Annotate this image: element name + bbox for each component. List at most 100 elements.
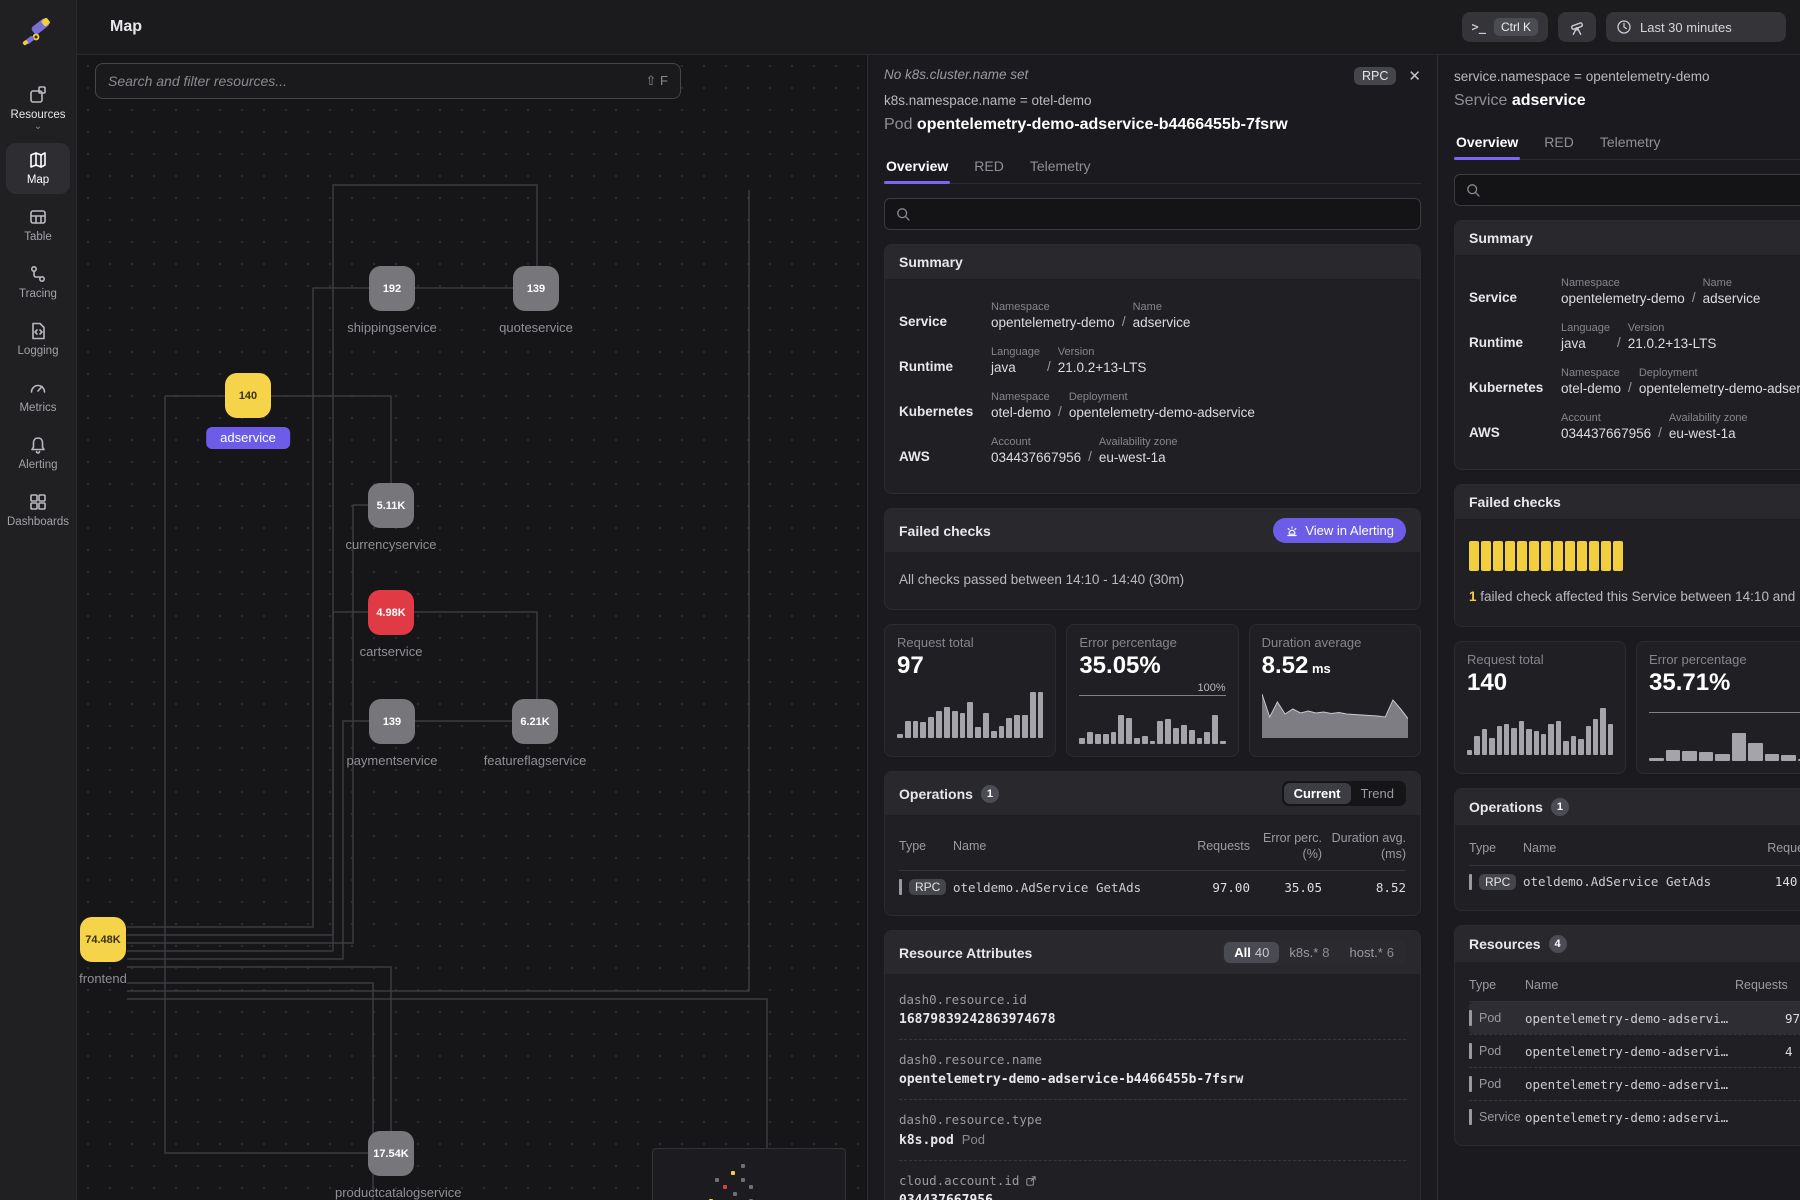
command-shortcut: Ctrl K bbox=[1494, 18, 1538, 36]
service-search-input[interactable] bbox=[1489, 183, 1800, 198]
minimap[interactable] bbox=[652, 1148, 846, 1200]
pod-tab-telemetry[interactable]: Telemetry bbox=[1028, 152, 1093, 183]
resource-row[interactable]: Serviceopentelemetry-demo:adservice bbox=[1469, 1100, 1800, 1133]
search-icon bbox=[895, 206, 911, 222]
attribute-key: cloud.account.id bbox=[899, 1173, 1406, 1188]
summary-row-aws: AWSAccount034437667956/Availability zone… bbox=[899, 436, 1406, 465]
map-node-shippingservice[interactable]: 192 bbox=[369, 266, 415, 311]
map-node-cartservice[interactable]: 4.98K bbox=[368, 590, 414, 635]
attribute-row: cloud.account.id034437667956 bbox=[899, 1160, 1406, 1200]
alarm-icon bbox=[1285, 524, 1299, 538]
pod-search-input[interactable] bbox=[919, 207, 1410, 222]
service-tab-telemetry[interactable]: Telemetry bbox=[1598, 128, 1663, 159]
field-value: adservice bbox=[1133, 315, 1191, 330]
sidebar-item-logging[interactable]: Logging bbox=[6, 314, 70, 365]
sidebar-item-dashboards[interactable]: Dashboards bbox=[6, 485, 70, 536]
map-node-label-paymentservice: paymentservice bbox=[346, 753, 437, 769]
sidebar-item-tracing[interactable]: Tracing bbox=[6, 257, 70, 308]
summary-row-aws: AWSAccount034437667956/Availability zone… bbox=[1469, 412, 1800, 441]
metric-card-duration-average: Duration average8.52 ms bbox=[1249, 624, 1421, 757]
sidebar-item-map[interactable]: Map bbox=[6, 143, 70, 194]
bar bbox=[967, 702, 973, 738]
summary-row-service: ServiceNamespaceopentelemetry-demo/Namea… bbox=[899, 301, 1406, 330]
resource-row[interactable]: Podopentelemetry-demo-adservice-b…4 bbox=[1469, 1034, 1800, 1067]
map-node-frontend[interactable]: 74.48K bbox=[80, 917, 126, 962]
map-search-input[interactable] bbox=[108, 73, 638, 89]
close-icon[interactable]: ✕ bbox=[1408, 67, 1421, 85]
summary-field: Namespaceopentelemetry-demo bbox=[1561, 277, 1685, 306]
map-node-quoteservice[interactable]: 139 bbox=[513, 266, 559, 311]
telescope-icon bbox=[1568, 18, 1586, 36]
field-value: eu-west-1a bbox=[1669, 426, 1748, 441]
sidebar-nav: Resources⌄ Map Table Tracing Logging Metrics A… bbox=[6, 78, 70, 542]
node-value: 74.48K bbox=[85, 934, 120, 946]
summary-row-label: Runtime bbox=[899, 359, 991, 375]
pod-detail-panel: No k8s.cluster.name set RPC ✕ k8s.namesp… bbox=[867, 55, 1437, 1200]
telescope-button[interactable] bbox=[1558, 12, 1596, 42]
operation-duration_avg: 8.52 bbox=[1322, 880, 1406, 895]
field-name: Namespace bbox=[991, 301, 1115, 313]
app-logo[interactable] bbox=[19, 14, 57, 52]
map-node-label-adservice[interactable]: adservice bbox=[206, 427, 290, 449]
toggle-trend[interactable]: Trend bbox=[1351, 783, 1404, 804]
view-in-alerting-button[interactable]: View in Alerting bbox=[1273, 518, 1406, 543]
duration-line-chart bbox=[1262, 688, 1408, 738]
sidebar-item-metrics[interactable]: Metrics bbox=[6, 371, 70, 422]
service-search[interactable] bbox=[1454, 174, 1800, 206]
map-node-featureflagservice[interactable]: 6.21K bbox=[512, 699, 558, 744]
time-range-button[interactable]: Last 30 minutes bbox=[1606, 12, 1786, 42]
sidebar-item-alerting[interactable]: Alerting bbox=[6, 428, 70, 479]
field-name: Name bbox=[1703, 277, 1761, 289]
field-separator: / bbox=[1047, 359, 1051, 375]
map-node-paymentservice[interactable]: 139 bbox=[369, 699, 415, 744]
field-name: Account bbox=[1561, 412, 1651, 424]
operations-columns: Type Name Requests bbox=[1469, 831, 1800, 866]
pod-tab-red[interactable]: RED bbox=[972, 152, 1006, 183]
node-value: 192 bbox=[383, 283, 401, 295]
sidebar-item-resources[interactable]: Resources⌄ bbox=[6, 78, 70, 137]
attr-filter-host[interactable]: host.*6 bbox=[1340, 942, 1404, 963]
map-node-currencyservice[interactable]: 5.11K bbox=[368, 483, 414, 528]
bar bbox=[1467, 750, 1472, 755]
map-search-bar[interactable]: ⇧ F bbox=[95, 63, 681, 99]
map-node-adservice[interactable]: 140 bbox=[225, 373, 271, 418]
pod-tab-overview[interactable]: Overview bbox=[884, 152, 950, 183]
service-tab-red[interactable]: RED bbox=[1542, 128, 1576, 159]
page-title: Map bbox=[110, 18, 142, 36]
type-indicator bbox=[1469, 1010, 1472, 1026]
attr-filter-k8s[interactable]: k8s.*8 bbox=[1279, 942, 1339, 963]
map-edges bbox=[77, 55, 867, 1200]
operation-requests: 140.00 bbox=[1756, 874, 1800, 889]
field-name: Availability zone bbox=[1099, 436, 1178, 448]
summary-field: Account034437667956 bbox=[1561, 412, 1651, 441]
type-indicator bbox=[1469, 1043, 1472, 1059]
pod-search[interactable] bbox=[884, 198, 1421, 230]
resource-type: Pod bbox=[1469, 1076, 1525, 1092]
field-separator: / bbox=[1088, 449, 1092, 465]
bar bbox=[1765, 754, 1780, 761]
field-name: Language bbox=[991, 346, 1040, 358]
map-node-label-currencyservice: currencyservice bbox=[345, 537, 436, 553]
resource-row[interactable]: Podopentelemetry-demo-adservice-b… bbox=[1469, 1067, 1800, 1100]
pod-operations-card: Operations 1 CurrentTrend Type Name Requ… bbox=[884, 771, 1421, 916]
bar bbox=[1600, 708, 1605, 756]
bar bbox=[1087, 732, 1093, 744]
service-operations-card: Operations 1 Type Name Requests RPCoteld… bbox=[1454, 788, 1800, 911]
command-palette-button[interactable]: >_ Ctrl K bbox=[1462, 12, 1548, 42]
summary-row-values: Languagejava/Version21.0.2+13-LTS bbox=[991, 346, 1146, 375]
sidebar-item-label: Map bbox=[27, 174, 49, 186]
sidebar-item-table[interactable]: Table bbox=[6, 200, 70, 251]
summary-row-label: Runtime bbox=[1469, 335, 1561, 351]
attr-filter-All[interactable]: All40 bbox=[1224, 942, 1279, 963]
toggle-current[interactable]: Current bbox=[1284, 783, 1351, 804]
operation-row[interactable]: RPCoteldemo.AdService GetAds140.00 bbox=[1469, 866, 1800, 898]
operation-row[interactable]: RPCoteldemo.AdService GetAds97.0035.058.… bbox=[899, 871, 1406, 903]
resource-row[interactable]: Podopentelemetry-demo-adservice-b…97.00 bbox=[1469, 1002, 1800, 1034]
service-tab-overview[interactable]: Overview bbox=[1454, 128, 1520, 159]
bar bbox=[1519, 721, 1524, 755]
bar bbox=[1126, 718, 1132, 744]
field-name: Namespace bbox=[1561, 367, 1621, 379]
map-node-productcatalogservice[interactable]: 17.54K bbox=[368, 1131, 414, 1176]
failed-check-tick bbox=[1469, 541, 1479, 571]
bar bbox=[1157, 721, 1163, 744]
